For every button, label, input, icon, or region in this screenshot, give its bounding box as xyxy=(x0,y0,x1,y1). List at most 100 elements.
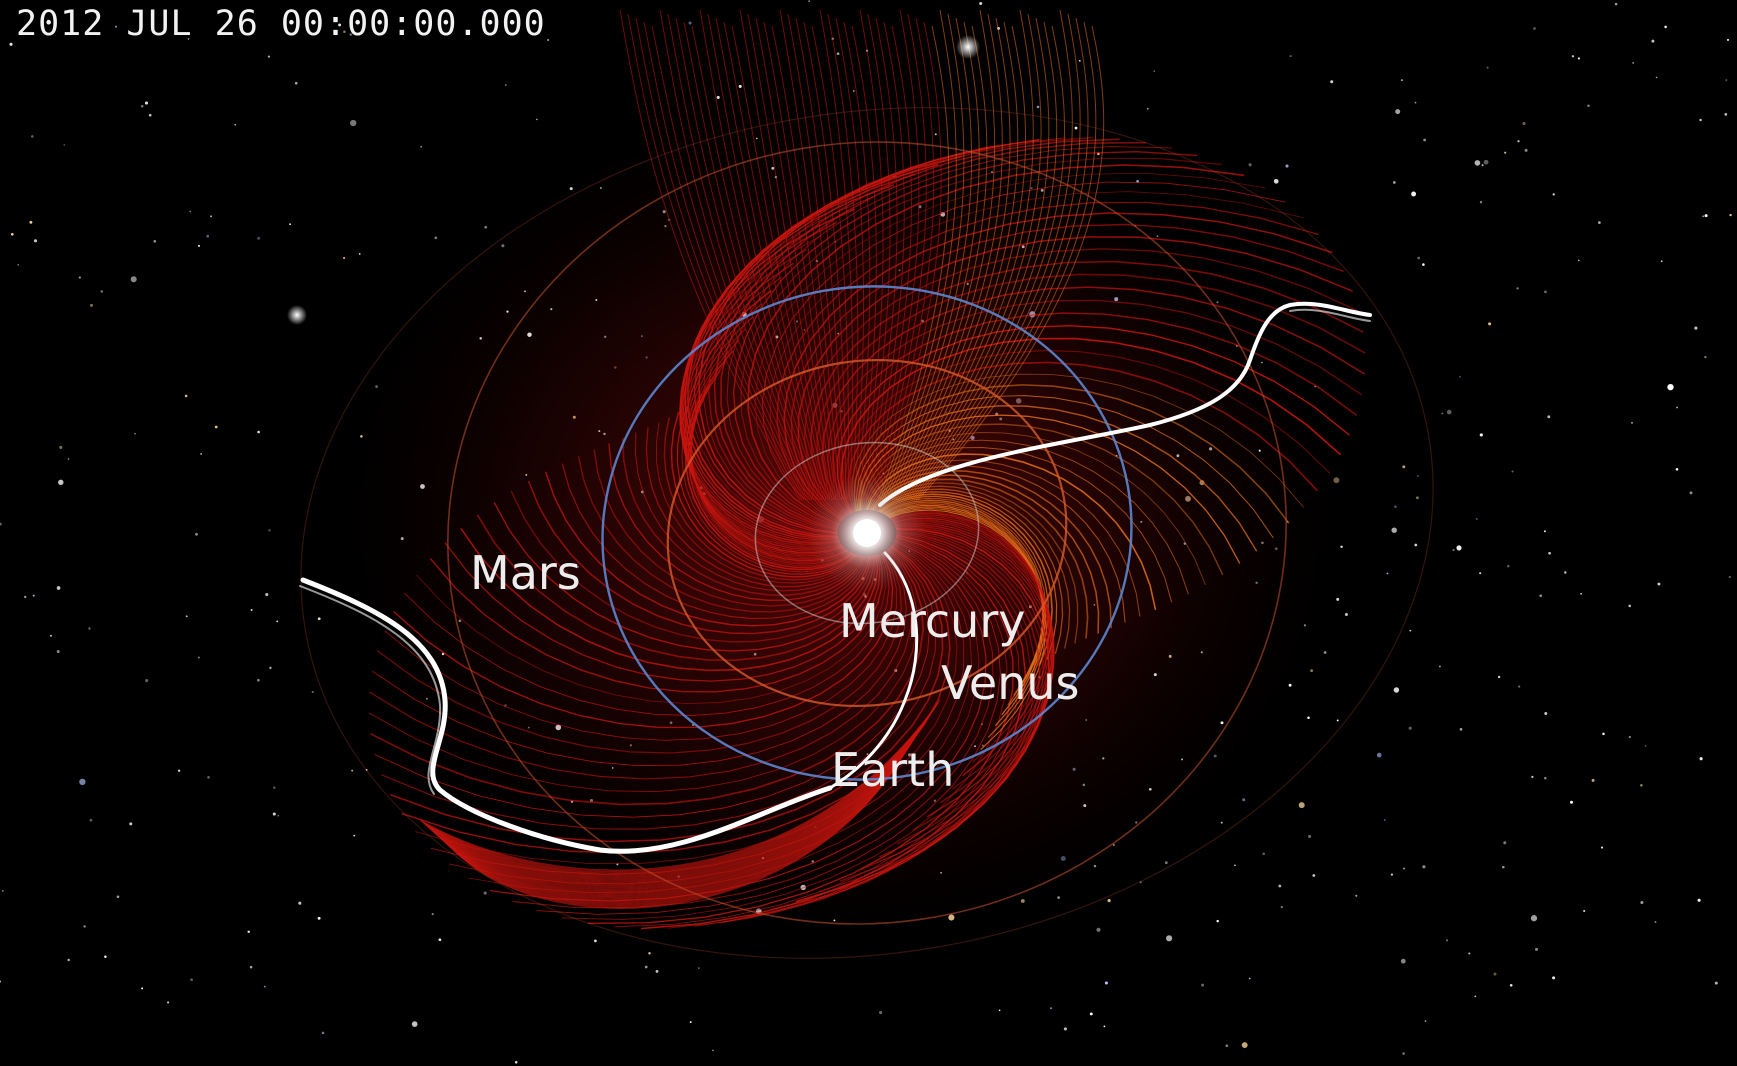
star xyxy=(1591,778,1595,782)
star xyxy=(1285,164,1289,168)
star xyxy=(688,21,692,25)
star xyxy=(1459,727,1463,731)
star xyxy=(1107,899,1111,903)
star xyxy=(1533,27,1536,30)
star xyxy=(1248,163,1252,167)
star xyxy=(1704,355,1707,359)
star xyxy=(1468,952,1471,955)
star xyxy=(317,916,321,920)
star xyxy=(1547,415,1551,419)
star xyxy=(17,263,20,266)
star xyxy=(411,1021,418,1027)
star xyxy=(1614,2,1618,6)
star xyxy=(1400,79,1403,82)
star xyxy=(1598,221,1601,224)
star xyxy=(1511,470,1514,473)
star xyxy=(1201,983,1205,987)
star xyxy=(1414,101,1417,104)
star xyxy=(504,83,507,86)
star xyxy=(350,119,357,127)
star xyxy=(50,634,52,637)
star xyxy=(129,822,133,826)
star xyxy=(116,895,120,899)
star xyxy=(1074,126,1078,130)
star xyxy=(1414,543,1418,547)
star xyxy=(265,593,269,597)
star xyxy=(1644,745,1647,747)
star xyxy=(1699,118,1702,122)
star xyxy=(294,81,298,85)
star xyxy=(23,595,27,599)
star xyxy=(289,223,292,226)
star xyxy=(1516,287,1519,290)
star xyxy=(1543,530,1546,533)
star xyxy=(1654,921,1657,923)
star xyxy=(879,1011,883,1015)
star xyxy=(273,786,276,789)
star xyxy=(1479,200,1483,204)
star xyxy=(1089,1012,1093,1016)
star xyxy=(1383,819,1386,821)
star xyxy=(1474,160,1481,166)
star xyxy=(1273,178,1279,184)
star xyxy=(852,90,855,92)
star xyxy=(1392,181,1396,184)
star xyxy=(190,978,193,982)
star xyxy=(1386,572,1389,575)
star xyxy=(58,479,64,485)
star xyxy=(317,617,321,621)
star xyxy=(257,678,260,682)
star xyxy=(206,234,210,238)
star xyxy=(1402,465,1406,469)
star xyxy=(1153,70,1156,73)
star xyxy=(1278,884,1282,888)
star xyxy=(998,1009,1001,1012)
star xyxy=(1234,864,1236,867)
star xyxy=(1503,841,1507,845)
star xyxy=(716,95,720,99)
star xyxy=(1395,109,1401,115)
star xyxy=(1248,977,1251,980)
star xyxy=(1702,215,1705,218)
star xyxy=(189,210,192,213)
star xyxy=(1423,138,1426,142)
star xyxy=(89,818,93,822)
star xyxy=(1714,981,1718,985)
star xyxy=(1394,505,1397,508)
star xyxy=(1310,669,1313,673)
sun-icon xyxy=(853,519,881,547)
star xyxy=(1689,491,1693,495)
star xyxy=(257,236,261,240)
star xyxy=(214,425,218,429)
star xyxy=(263,985,266,988)
star xyxy=(59,445,63,449)
star xyxy=(1078,59,1081,62)
star xyxy=(1564,571,1567,574)
star xyxy=(1262,852,1265,856)
star xyxy=(29,220,33,224)
star xyxy=(1497,675,1501,679)
star xyxy=(547,38,550,42)
star xyxy=(153,240,157,243)
star xyxy=(1225,1044,1229,1048)
star xyxy=(1390,873,1394,876)
star xyxy=(1344,612,1348,617)
star xyxy=(697,967,700,969)
star xyxy=(1726,38,1730,41)
star xyxy=(1393,687,1400,693)
star xyxy=(1307,716,1310,720)
star xyxy=(1577,259,1580,262)
star xyxy=(200,453,202,455)
star xyxy=(1340,545,1343,549)
star xyxy=(185,615,188,618)
star xyxy=(1539,594,1542,597)
star xyxy=(9,42,13,46)
star xyxy=(184,394,188,398)
star xyxy=(1725,79,1728,82)
star xyxy=(738,84,742,88)
star xyxy=(420,145,423,148)
star xyxy=(644,965,648,969)
star xyxy=(1580,592,1582,595)
star xyxy=(1530,915,1538,922)
star xyxy=(277,814,280,817)
